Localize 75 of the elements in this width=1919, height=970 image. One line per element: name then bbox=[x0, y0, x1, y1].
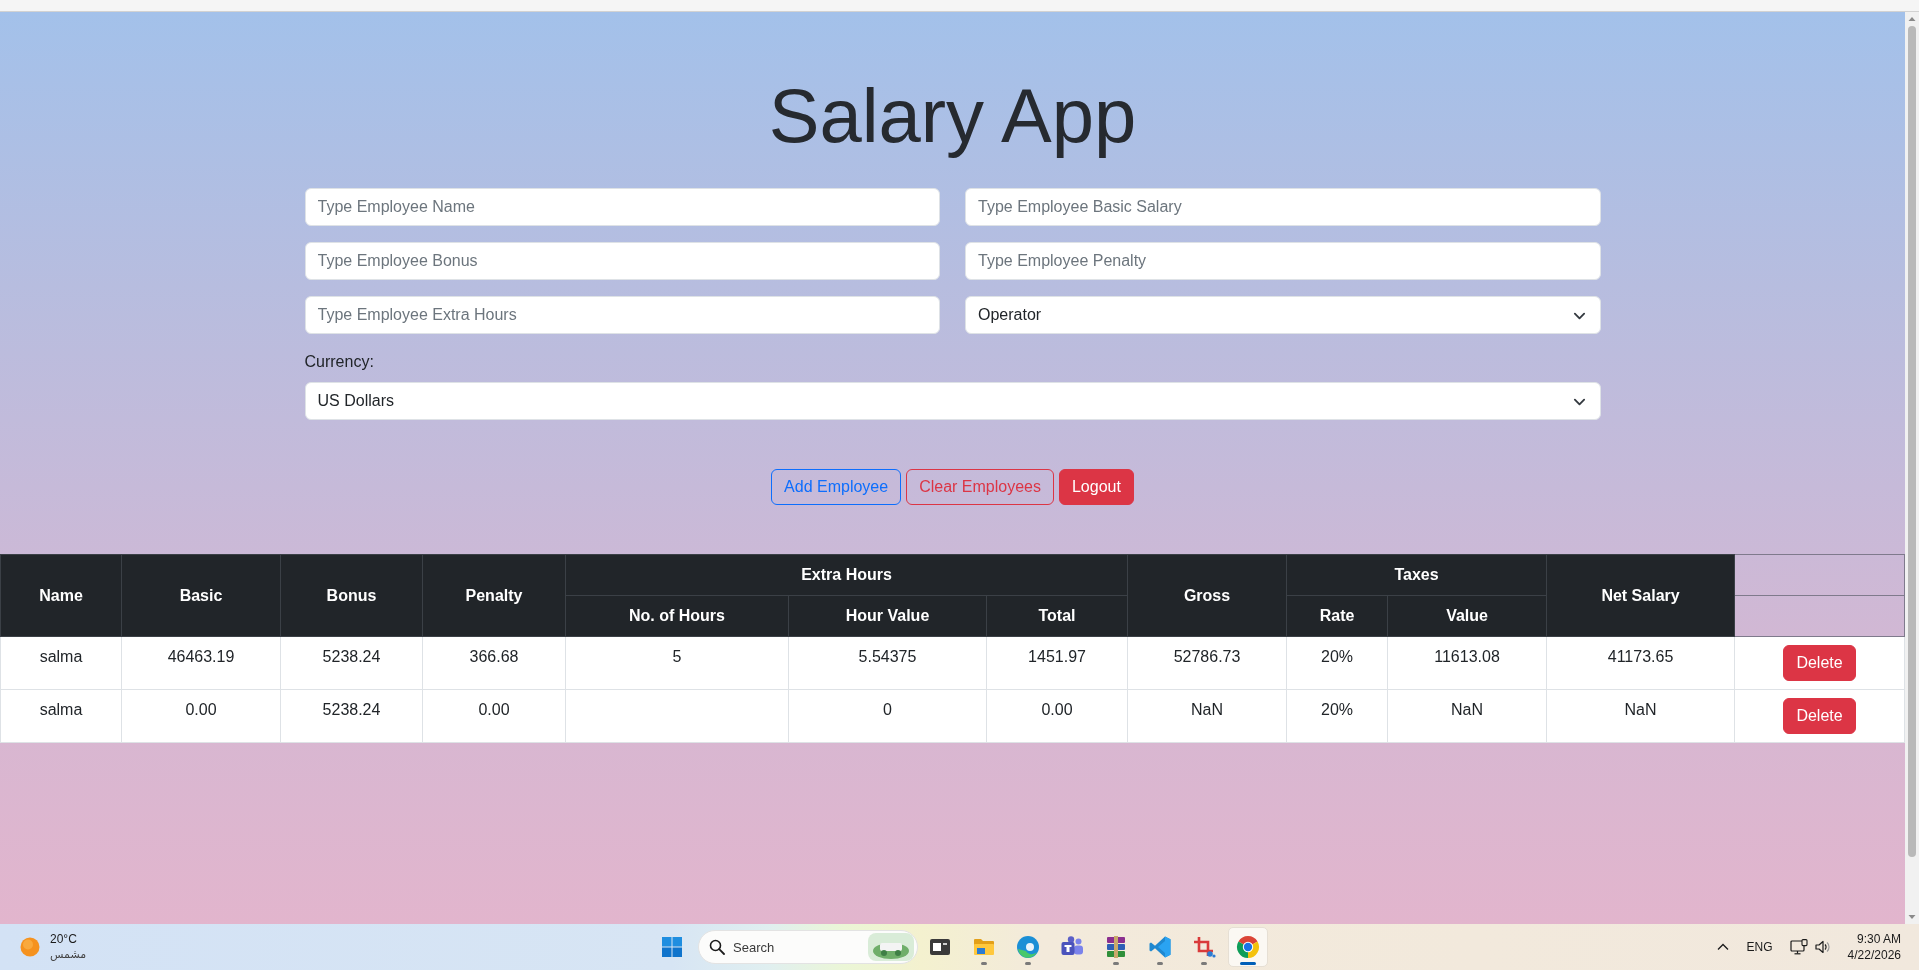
column-group-header: Taxes bbox=[1286, 554, 1547, 596]
table-cell: NaN bbox=[1546, 689, 1735, 743]
table-cell: 0.00 bbox=[121, 689, 281, 743]
clock-time: 9:30 AM bbox=[1856, 931, 1901, 947]
input-field[interactable]: Type Employee Penalty bbox=[965, 242, 1601, 280]
monitor-icon[interactable] bbox=[1789, 939, 1808, 955]
column-header: Rate bbox=[1286, 595, 1388, 637]
table-cell: 20% bbox=[1286, 689, 1388, 743]
chevron-up-icon[interactable] bbox=[1716, 942, 1729, 952]
table-cell: 366.68 bbox=[422, 636, 566, 690]
table-cell: 46463.19 bbox=[121, 636, 281, 690]
weather-temperature: 20°C bbox=[50, 932, 77, 947]
column-header: Net Salary bbox=[1546, 554, 1735, 637]
search-input[interactable]: Search bbox=[733, 939, 860, 955]
app-title: Salary App bbox=[768, 72, 1137, 160]
table-cell: salma bbox=[0, 689, 122, 743]
input-field[interactable]: Type Employee Bonus bbox=[304, 242, 940, 280]
input-field[interactable]: Type Employee Extra Hours bbox=[304, 296, 940, 334]
table-cell: 0.00 bbox=[986, 689, 1128, 743]
table-cell: 5 bbox=[565, 636, 789, 690]
table-cell: 52786.73 bbox=[1127, 636, 1287, 690]
table-cell: 5238.24 bbox=[280, 636, 423, 690]
table-cell: 20% bbox=[1286, 636, 1388, 690]
books-icon bbox=[1104, 935, 1128, 959]
column-header: Hour Value bbox=[788, 595, 987, 637]
input-field[interactable]: Type Employee Name bbox=[304, 188, 940, 226]
scrollbar-thumb[interactable] bbox=[1908, 26, 1916, 857]
tricolor-circle-icon bbox=[1236, 935, 1260, 959]
table-cell: 5238.24 bbox=[280, 689, 423, 743]
table-cell: NaN bbox=[1127, 689, 1287, 743]
table-cell: 11613.08 bbox=[1387, 636, 1547, 690]
picture-icon bbox=[868, 933, 914, 961]
table-cell: 1451.97 bbox=[986, 636, 1128, 690]
column-header: Basic bbox=[121, 554, 281, 637]
column-group-header: Extra Hours bbox=[565, 554, 1128, 596]
table-cell: salma bbox=[0, 636, 122, 690]
table-cell: 41173.65 bbox=[1546, 636, 1735, 690]
action-button[interactable]: Logout bbox=[1058, 469, 1134, 505]
dropdown-field[interactable]: Operator bbox=[965, 296, 1601, 334]
search-box[interactable]: Search bbox=[698, 930, 918, 964]
running-indicator-icon bbox=[1113, 962, 1119, 965]
search-icon bbox=[709, 939, 725, 955]
ribbon-icon bbox=[1148, 935, 1172, 959]
delete-button[interactable]: Delete bbox=[1783, 698, 1856, 734]
four-squares-icon[interactable] bbox=[662, 937, 682, 957]
column-header: Value bbox=[1387, 595, 1547, 637]
column-header: Gross bbox=[1127, 554, 1287, 637]
crop-icon bbox=[1192, 935, 1216, 959]
running-indicator-icon bbox=[1157, 962, 1163, 965]
language-indicator[interactable]: ENG bbox=[1746, 940, 1773, 954]
weather-condition: مشمس bbox=[50, 947, 87, 962]
column-header: Total bbox=[986, 595, 1128, 637]
running-indicator-icon bbox=[1025, 962, 1031, 965]
delete-button[interactable]: Delete bbox=[1783, 645, 1856, 681]
action-button[interactable]: Add Employee bbox=[771, 469, 902, 505]
field-label: Currency: bbox=[304, 352, 374, 372]
column-header: No. of Hours bbox=[565, 595, 789, 637]
table-cell: 0.00 bbox=[422, 689, 566, 743]
column-header: Name bbox=[0, 554, 122, 637]
action-button[interactable]: Clear Employees bbox=[906, 469, 1054, 505]
running-indicator-icon bbox=[1240, 962, 1256, 965]
table-cell: NaN bbox=[1387, 689, 1547, 743]
taskbar-button[interactable] bbox=[1228, 927, 1268, 967]
clock-date: 4/22/2026 bbox=[1847, 947, 1901, 963]
table-cell: 0 bbox=[788, 689, 987, 743]
speaker-icon[interactable] bbox=[1813, 939, 1830, 955]
running-indicator-icon bbox=[981, 962, 987, 965]
running-indicator-icon bbox=[1201, 962, 1207, 965]
wave-circle-icon bbox=[1016, 935, 1040, 959]
column-header: Bonus bbox=[280, 554, 423, 637]
input-field[interactable]: Type Employee Basic Salary bbox=[965, 188, 1601, 226]
column-header: Penalty bbox=[422, 554, 566, 637]
scrollbar[interactable] bbox=[1905, 12, 1919, 924]
table-cell: 5.54375 bbox=[788, 636, 987, 690]
dropdown-field[interactable]: US Dollars bbox=[304, 382, 1601, 420]
